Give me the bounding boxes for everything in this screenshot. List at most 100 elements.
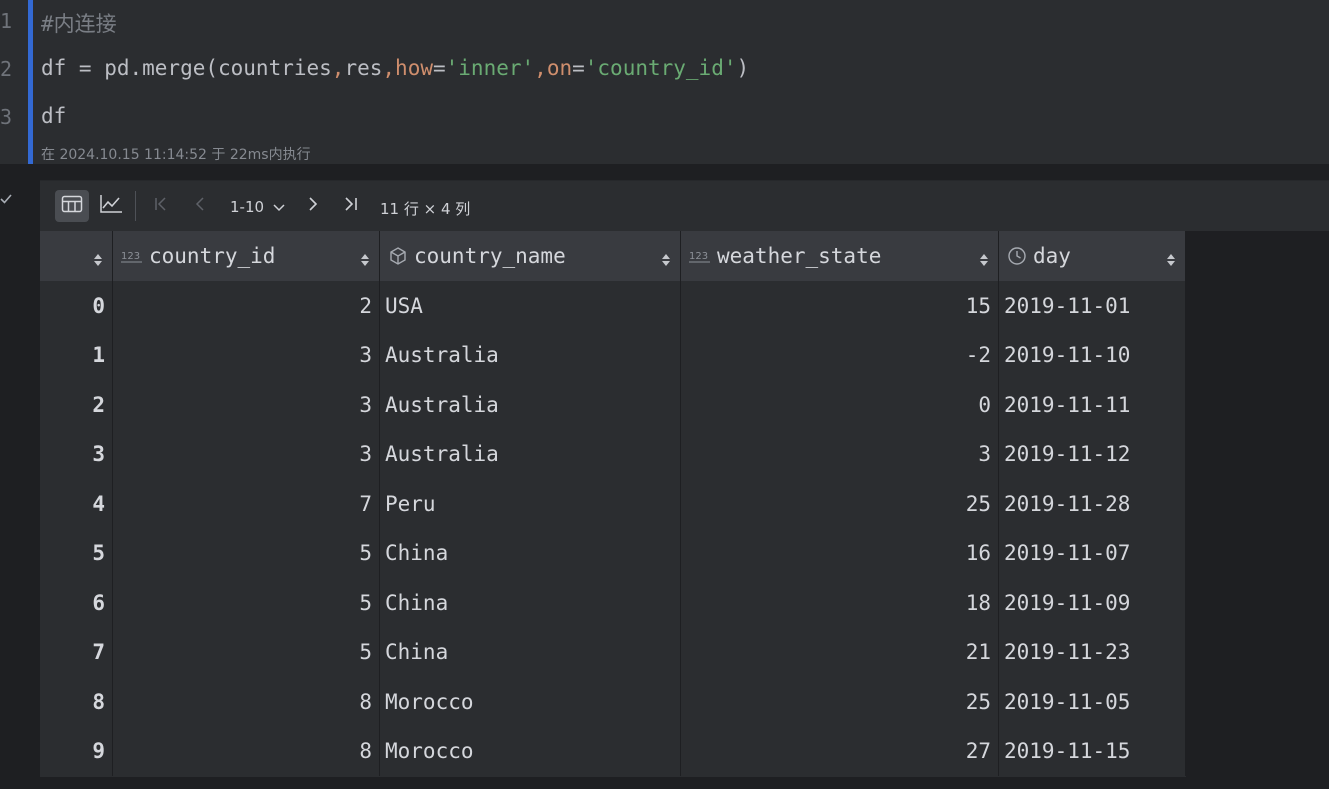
line-number: 2 xyxy=(0,57,13,81)
code-cell[interactable]: 1 2 3 #内连接 df = pd.merge(countries,res,h… xyxy=(0,0,1329,164)
code-token: ) xyxy=(736,56,750,80)
cell-country-name[interactable]: Morocco xyxy=(380,726,681,776)
column-header-country-name[interactable]: country_name xyxy=(380,231,681,281)
code-line-merge[interactable]: df = pd.merge(countries,res,how='inner',… xyxy=(41,56,749,80)
code-token: , xyxy=(331,56,345,80)
next-page-button[interactable] xyxy=(302,190,324,222)
cell-day[interactable]: 2019-11-28 xyxy=(999,479,1186,529)
cell-day[interactable]: 2019-11-07 xyxy=(999,528,1186,578)
cell-country-id[interactable]: 8 xyxy=(113,677,380,727)
table-row[interactable]: 0 2 USA 15 2019-11-01 xyxy=(40,281,1186,331)
column-header-weather-state[interactable]: 123 weather_state xyxy=(681,231,999,281)
page-range-dropdown[interactable]: 1-10 xyxy=(230,198,286,217)
cell-country-id[interactable]: 8 xyxy=(113,726,380,776)
table-row[interactable]: 7 5 China 21 2019-11-23 xyxy=(40,627,1186,677)
table-row[interactable]: 2 3 Australia 0 2019-11-11 xyxy=(40,380,1186,430)
cell-country-name[interactable]: China xyxy=(380,528,681,578)
cell-day[interactable]: 2019-11-09 xyxy=(999,578,1186,628)
row-index: 2 xyxy=(40,380,113,430)
code-token: res xyxy=(344,56,383,80)
checkmark-icon xyxy=(0,193,12,209)
sort-icon[interactable] xyxy=(361,248,369,272)
row-index: 4 xyxy=(40,479,113,529)
last-page-button[interactable] xyxy=(339,190,363,222)
output-toolbar: 1-10 11 行 × 4 列 xyxy=(40,180,1329,231)
column-header-country-id[interactable]: 123 country_id xyxy=(113,231,380,281)
sort-icon[interactable] xyxy=(980,248,988,272)
table-row[interactable]: 4 7 Peru 25 2019-11-28 xyxy=(40,479,1186,529)
cell-country-id[interactable]: 3 xyxy=(113,330,380,380)
code-line-df[interactable]: df xyxy=(41,104,66,128)
cell-weather-state[interactable]: 25 xyxy=(681,479,999,529)
code-comment[interactable]: #内连接 xyxy=(41,8,117,38)
cell-day[interactable]: 2019-11-15 xyxy=(999,726,1186,776)
cell-day[interactable]: 2019-11-05 xyxy=(999,677,1186,727)
cell-weather-state[interactable]: 0 xyxy=(681,380,999,430)
execution-status: 在 2024.10.15 11:14:52 于 22ms内执行 xyxy=(41,147,311,163)
cell-weather-state[interactable]: 25 xyxy=(681,677,999,727)
chevron-left-icon xyxy=(194,196,206,216)
code-token: , xyxy=(534,56,547,80)
svg-text:123: 123 xyxy=(121,251,140,262)
cell-country-id[interactable]: 3 xyxy=(113,380,380,430)
line-chart-icon xyxy=(99,194,123,218)
cell-country-name[interactable]: Morocco xyxy=(380,677,681,727)
column-header-label: country_id xyxy=(149,244,276,268)
index-header[interactable] xyxy=(40,231,113,281)
cell-weather-state[interactable]: 15 xyxy=(681,281,999,331)
cell-country-name[interactable]: China xyxy=(380,578,681,628)
table-row[interactable]: 8 8 Morocco 25 2019-11-05 xyxy=(40,677,1186,727)
sort-icon[interactable] xyxy=(94,248,102,272)
table-header: 123 country_id country_name 123 weather_… xyxy=(40,231,1186,281)
table-row[interactable]: 9 8 Morocco 27 2019-11-15 xyxy=(40,726,1186,776)
toolbar-divider xyxy=(135,191,136,221)
code-keyword: on xyxy=(546,56,573,80)
cell-country-id[interactable]: 3 xyxy=(113,429,380,479)
table-row[interactable]: 5 5 China 16 2019-11-07 xyxy=(40,528,1186,578)
cell-country-name[interactable]: USA xyxy=(380,281,681,331)
table-row[interactable]: 3 3 Australia 3 2019-11-12 xyxy=(40,429,1186,479)
cell-country-id[interactable]: 5 xyxy=(113,578,380,628)
table-row[interactable]: 1 3 Australia -2 2019-11-10 xyxy=(40,330,1186,380)
cell-weather-state[interactable]: 18 xyxy=(681,578,999,628)
cell-weather-state[interactable]: 3 xyxy=(681,429,999,479)
cell-country-name[interactable]: Peru xyxy=(380,479,681,529)
row-index: 7 xyxy=(40,627,113,677)
table-shape-label: 11 行 × 4 列 xyxy=(380,200,471,218)
cell-country-id[interactable]: 5 xyxy=(113,627,380,677)
column-header-day[interactable]: day xyxy=(999,231,1186,281)
dataframe-table: 123 country_id country_name 123 weather_… xyxy=(40,231,1186,777)
row-index: 9 xyxy=(40,726,113,776)
cell-day[interactable]: 2019-11-23 xyxy=(999,627,1186,677)
first-page-button[interactable] xyxy=(150,190,172,222)
table-view-button[interactable] xyxy=(55,190,89,222)
chart-view-button[interactable] xyxy=(95,190,127,222)
page-range-label: 1-10 xyxy=(230,198,265,216)
cell-weather-state[interactable]: 27 xyxy=(681,726,999,776)
cell-weather-state[interactable]: -2 xyxy=(681,330,999,380)
cell-country-name[interactable]: Australia xyxy=(380,429,681,479)
row-index: 5 xyxy=(40,528,113,578)
cell-weather-state[interactable]: 21 xyxy=(681,627,999,677)
code-token: = xyxy=(432,56,446,80)
cell-weather-state[interactable]: 16 xyxy=(681,528,999,578)
cell-country-name[interactable]: Australia xyxy=(380,330,681,380)
cell-day[interactable]: 2019-11-11 xyxy=(999,380,1186,430)
sort-icon[interactable] xyxy=(1167,248,1175,272)
table-row[interactable]: 6 5 China 18 2019-11-09 xyxy=(40,578,1186,628)
cell-day[interactable]: 2019-11-10 xyxy=(999,330,1186,380)
chevron-right-icon xyxy=(307,196,319,216)
cell-day[interactable]: 2019-11-12 xyxy=(999,429,1186,479)
cell-country-name[interactable]: China xyxy=(380,627,681,677)
cell-country-id[interactable]: 5 xyxy=(113,528,380,578)
table-icon xyxy=(61,195,83,217)
row-index: 0 xyxy=(40,281,113,331)
cell-day[interactable]: 2019-11-01 xyxy=(999,281,1186,331)
cell-country-name[interactable]: Australia xyxy=(380,380,681,430)
cell-country-id[interactable]: 2 xyxy=(113,281,380,331)
line-number: 1 xyxy=(0,9,13,33)
sort-icon[interactable] xyxy=(662,248,670,272)
code-token: , xyxy=(382,56,396,80)
cell-country-id[interactable]: 7 xyxy=(113,479,380,529)
previous-page-button[interactable] xyxy=(189,190,211,222)
